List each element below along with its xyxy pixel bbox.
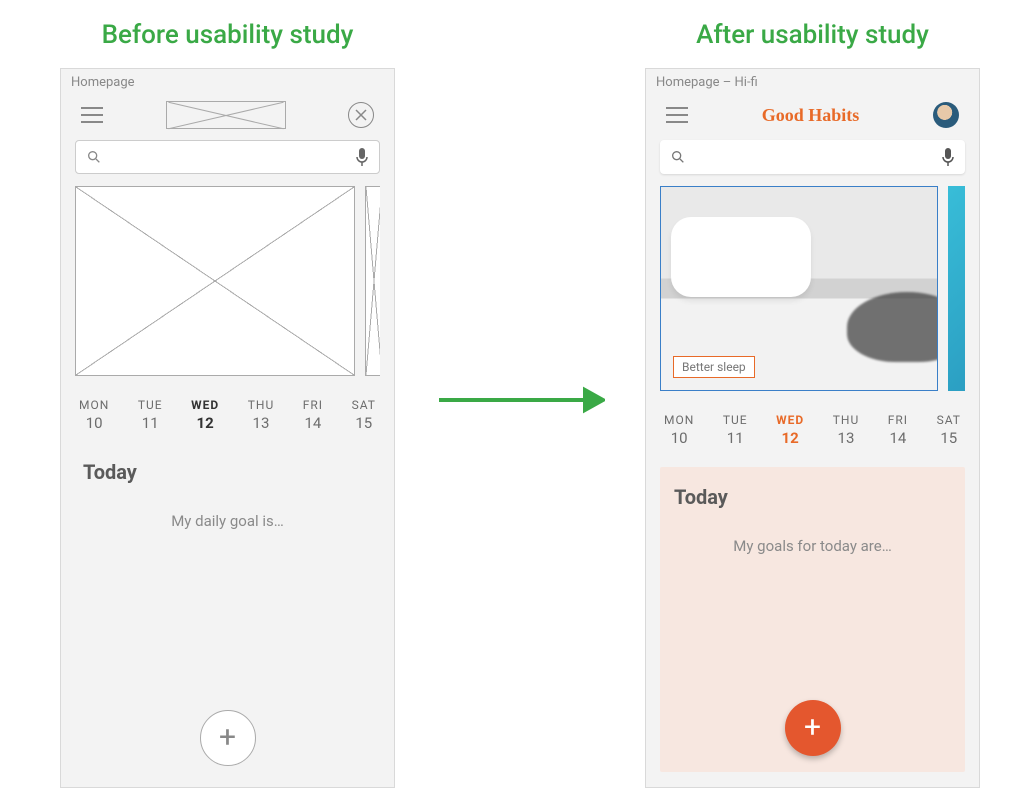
hifi-feature-card[interactable]: Better sleep bbox=[660, 186, 938, 391]
avatar[interactable] bbox=[933, 102, 959, 128]
search-input[interactable] bbox=[108, 149, 349, 165]
app-title: Good Habits bbox=[762, 105, 860, 126]
search-bar[interactable] bbox=[660, 140, 965, 174]
card-tag: Better sleep bbox=[673, 356, 755, 378]
calendar-day[interactable]: MON10 bbox=[664, 413, 694, 447]
lofi-frame-label: Homepage bbox=[61, 69, 394, 90]
hifi-phone-frame: Homepage – Hi-fi Good Habits Better slee… bbox=[645, 68, 980, 788]
lofi-feature-card[interactable] bbox=[75, 186, 355, 376]
search-input[interactable] bbox=[692, 149, 935, 165]
calendar-day[interactable]: THU13 bbox=[833, 413, 860, 447]
hifi-frame-label: Homepage – Hi-fi bbox=[646, 69, 979, 90]
calendar-day[interactable]: MON10 bbox=[79, 398, 109, 432]
lofi-feature-card-peek[interactable] bbox=[365, 186, 380, 376]
search-bar[interactable] bbox=[75, 140, 380, 174]
lofi-today-section: Today My daily goal is… bbox=[75, 460, 380, 530]
today-placeholder-text: My daily goal is… bbox=[83, 512, 372, 530]
before-column: Before usability study Homepage bbox=[60, 20, 395, 788]
before-title: Before usability study bbox=[102, 20, 354, 50]
calendar-day[interactable]: SAT15 bbox=[352, 398, 376, 432]
calendar-day[interactable]: THU13 bbox=[248, 398, 275, 432]
after-column: After usability study Homepage – Hi-fi G… bbox=[645, 20, 980, 788]
calendar-day[interactable]: TUE11 bbox=[138, 398, 163, 432]
lofi-phone-frame: Homepage MON10T bbox=[60, 68, 395, 788]
search-icon bbox=[86, 149, 102, 165]
hifi-card-carousel[interactable]: Better sleep bbox=[660, 186, 965, 391]
calendar-day[interactable]: WED12 bbox=[191, 398, 219, 432]
add-goal-button[interactable]: + bbox=[785, 700, 841, 756]
hifi-today-section: Today My goals for today are… + bbox=[660, 467, 965, 772]
calendar-day[interactable]: FRI14 bbox=[303, 398, 323, 432]
calendar-day[interactable]: TUE11 bbox=[723, 413, 748, 447]
calendar-day[interactable]: WED12 bbox=[776, 413, 804, 447]
logo-placeholder bbox=[166, 101, 286, 129]
calendar-day[interactable]: SAT15 bbox=[937, 413, 961, 447]
lofi-calendar-strip[interactable]: MON10 TUE11 WED12 THU13 FRI14 SAT15 bbox=[75, 398, 380, 432]
after-title: After usability study bbox=[696, 20, 929, 50]
calendar-day[interactable]: FRI14 bbox=[888, 413, 908, 447]
hamburger-icon[interactable] bbox=[666, 107, 688, 123]
search-icon bbox=[670, 149, 686, 165]
hifi-feature-card-peek[interactable] bbox=[948, 186, 965, 391]
today-heading: Today bbox=[674, 485, 951, 509]
hifi-topbar: Good Habits bbox=[660, 98, 965, 132]
today-heading: Today bbox=[83, 460, 372, 484]
today-placeholder-text: My goals for today are… bbox=[674, 537, 951, 555]
lofi-topbar bbox=[75, 98, 380, 132]
close-icon[interactable] bbox=[348, 102, 374, 128]
transition-arrow bbox=[435, 20, 605, 780]
hamburger-icon[interactable] bbox=[81, 107, 103, 123]
lofi-card-carousel[interactable] bbox=[75, 186, 380, 376]
mic-icon[interactable] bbox=[941, 147, 955, 167]
hifi-calendar-strip[interactable]: MON10 TUE11 WED12 THU13 FRI14 SAT15 bbox=[660, 413, 965, 447]
mic-icon[interactable] bbox=[355, 147, 369, 167]
add-goal-button[interactable]: + bbox=[200, 710, 256, 766]
